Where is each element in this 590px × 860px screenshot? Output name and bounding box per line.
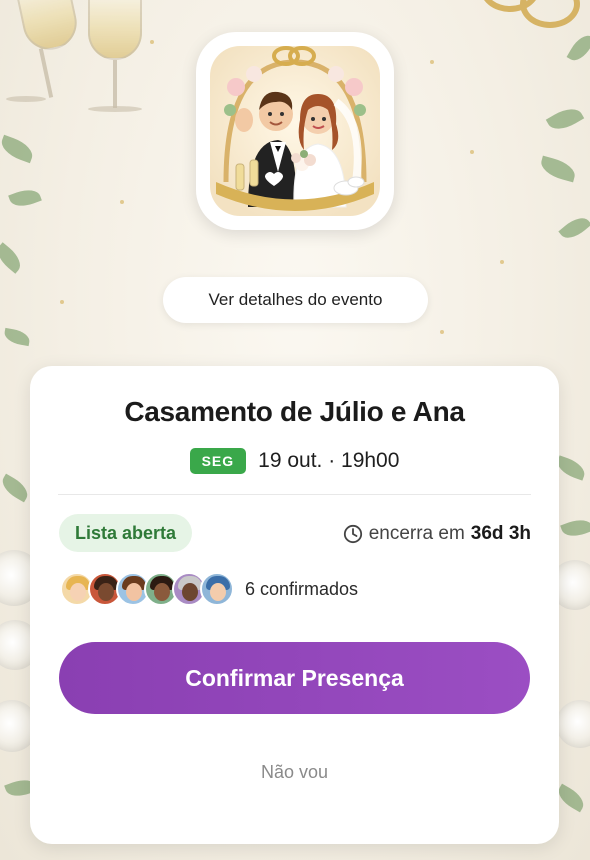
weekday-badge: SEG bbox=[189, 448, 247, 474]
clock-icon bbox=[343, 524, 362, 544]
wedding-illustration bbox=[210, 46, 380, 216]
event-date: 19 out. · 19h00 bbox=[258, 449, 400, 472]
event-app-icon bbox=[196, 32, 394, 230]
deadline-value: 36d 3h bbox=[470, 523, 531, 544]
confirmed-count: 6 confirmados bbox=[245, 579, 359, 599]
decline-button[interactable]: Não vou bbox=[30, 762, 559, 783]
confirm-attendance-button[interactable]: Confirmar Presença bbox=[59, 642, 530, 714]
attendee-avatars[interactable] bbox=[60, 572, 234, 606]
event-card: Casamento de Júlio e Ana SEG 19 out. · 1… bbox=[30, 366, 559, 844]
event-date-row: SEG 19 out. · 19h00 bbox=[30, 448, 559, 474]
deadline: encerra em 36d 3h bbox=[343, 523, 531, 545]
list-status-badge: Lista aberta bbox=[59, 514, 193, 552]
avatar bbox=[200, 572, 234, 606]
view-event-details-button[interactable]: Ver detalhes do evento bbox=[163, 277, 428, 323]
divider bbox=[58, 494, 531, 495]
event-title: Casamento de Júlio e Ana bbox=[124, 396, 465, 427]
deadline-prefix: encerra em bbox=[368, 523, 465, 544]
